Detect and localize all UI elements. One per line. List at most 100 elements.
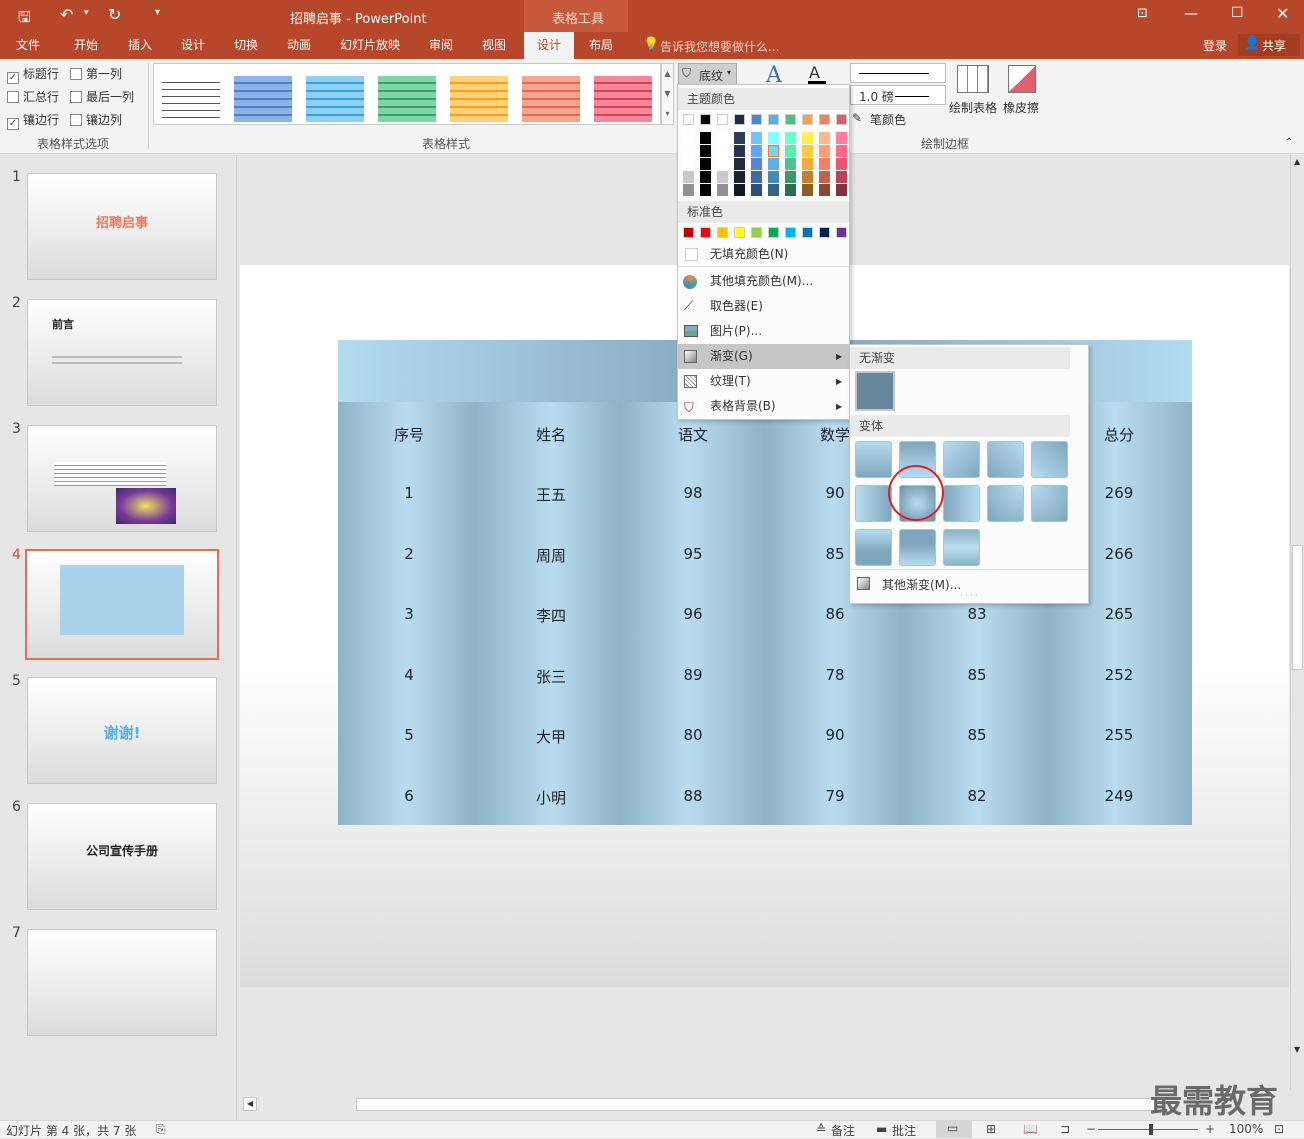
zoom-slider-thumb[interactable] <box>1149 1124 1153 1135</box>
table-cell[interactable]: 83 <box>906 605 1048 623</box>
theme-color-shade[interactable] <box>819 145 830 157</box>
table-cell[interactable]: 李四 <box>480 605 622 626</box>
standard-color-swatch[interactable] <box>836 227 847 238</box>
notes-button[interactable]: 备注 <box>831 1122 855 1139</box>
more-gradients-item[interactable]: 其他渐变(M)... <box>882 576 961 593</box>
comments-button[interactable]: 批注 <box>892 1122 916 1139</box>
banded-rows-checkbox[interactable]: ✓ 镶边行 <box>7 111 59 130</box>
theme-color-shade[interactable] <box>717 184 728 196</box>
slide-thumbnail-7[interactable] <box>27 929 217 1036</box>
tab-table-design[interactable]: 设计 <box>524 32 574 59</box>
resize-grip-icon[interactable]: · · · · <box>960 591 978 600</box>
theme-color-swatch[interactable] <box>700 114 711 125</box>
theme-color-shade[interactable] <box>683 145 694 157</box>
tab-animations[interactable]: 动画 <box>277 32 321 59</box>
theme-color-shade[interactable] <box>836 132 847 144</box>
standard-color-swatch[interactable] <box>683 227 694 238</box>
theme-color-swatch[interactable] <box>734 114 745 125</box>
gradient-variant[interactable] <box>899 529 936 566</box>
theme-color-shade[interactable] <box>802 145 813 157</box>
theme-color-shade[interactable] <box>751 171 762 183</box>
table-cell[interactable]: 265 <box>1048 605 1190 623</box>
horizontal-scrollbar[interactable]: ◀ <box>240 1096 1290 1114</box>
theme-color-shade[interactable] <box>700 145 711 157</box>
gradient-variant[interactable] <box>855 529 892 566</box>
theme-color-shade[interactable] <box>836 184 847 196</box>
table-cell[interactable]: 249 <box>1048 787 1190 805</box>
theme-color-shade[interactable] <box>717 132 728 144</box>
theme-color-shade[interactable] <box>802 158 813 170</box>
tab-view[interactable]: 视图 <box>472 32 516 59</box>
table-header-cell[interactable]: 序号 <box>338 424 480 445</box>
theme-color-shade[interactable] <box>734 171 745 183</box>
theme-color-swatch[interactable] <box>836 114 847 125</box>
gradient-item[interactable]: 渐变(G) ▶ <box>678 344 849 369</box>
theme-color-shade[interactable] <box>683 132 694 144</box>
text-fill-icon[interactable]: A <box>809 63 820 82</box>
theme-color-shade[interactable] <box>717 145 728 157</box>
theme-color-shade[interactable] <box>836 145 847 157</box>
tab-home[interactable]: 开始 <box>64 32 108 59</box>
table-cell[interactable]: 周周 <box>480 545 622 566</box>
table-cell[interactable]: 3 <box>338 605 480 623</box>
gradient-variant[interactable] <box>1031 485 1068 522</box>
theme-color-shade[interactable] <box>802 132 813 144</box>
vertical-scrollbar[interactable]: ▲ ▼ <box>1290 155 1304 1090</box>
table-cell[interactable]: 98 <box>622 484 764 502</box>
maximize-icon[interactable]: ☐ <box>1231 5 1244 21</box>
theme-color-shade[interactable] <box>683 158 694 170</box>
theme-color-shade[interactable] <box>785 145 796 157</box>
theme-color-shade[interactable] <box>700 132 711 144</box>
zoom-in-icon[interactable]: + <box>1205 1122 1215 1136</box>
table-background-item[interactable]: ⛉ 表格背景(B) ▶ <box>678 394 849 419</box>
sign-in-link[interactable]: 登录 <box>1203 37 1227 54</box>
total-row-checkbox[interactable]: 汇总行 <box>7 88 59 105</box>
shading-button[interactable]: ⛉ 底纹 ▾ <box>678 63 737 85</box>
pen-color-button[interactable]: 笔颜色 <box>870 111 906 128</box>
banded-columns-checkbox[interactable]: 镶边列 <box>70 111 122 128</box>
theme-color-shade[interactable] <box>751 132 762 144</box>
table-cell[interactable]: 255 <box>1048 726 1190 744</box>
table-cell[interactable]: 5 <box>338 726 480 744</box>
table-cell[interactable]: 79 <box>764 787 906 805</box>
theme-color-swatch[interactable] <box>768 114 779 125</box>
table-style-3[interactable] <box>306 76 364 122</box>
tell-me-input[interactable]: 告诉我您想要做什么... <box>660 38 779 55</box>
theme-color-swatch[interactable] <box>717 114 728 125</box>
zoom-slider[interactable] <box>1098 1129 1198 1130</box>
gradient-variant[interactable] <box>1031 441 1068 478</box>
slide-thumbnail-2[interactable]: 前言 <box>27 299 217 406</box>
table-cell[interactable]: 大甲 <box>480 726 622 747</box>
table-header-cell[interactable]: 姓名 <box>480 424 622 445</box>
gradient-variant[interactable] <box>987 485 1024 522</box>
minimize-icon[interactable]: — <box>1184 6 1198 22</box>
slide-sorter-icon[interactable]: ⊞ <box>986 1122 996 1136</box>
close-icon[interactable]: ✕ <box>1276 4 1289 23</box>
no-fill-item[interactable]: 无填充颜色(N) <box>678 242 849 267</box>
theme-color-shade[interactable] <box>819 132 830 144</box>
vertical-scroll-thumb[interactable] <box>1292 545 1303 670</box>
no-gradient-swatch[interactable] <box>855 371 895 411</box>
theme-color-shade[interactable] <box>700 171 711 183</box>
table-cell[interactable]: 85 <box>906 666 1048 684</box>
draw-table-button[interactable]: 绘制表格 <box>949 99 997 116</box>
ribbon-display-icon[interactable]: ⊡ <box>1137 6 1148 21</box>
theme-color-shade[interactable] <box>751 184 762 196</box>
theme-color-shade[interactable] <box>734 145 745 157</box>
theme-color-shade[interactable] <box>768 171 779 183</box>
gradient-variant[interactable] <box>855 441 892 478</box>
standard-color-swatch[interactable] <box>819 227 830 238</box>
table-cell[interactable]: 1 <box>338 484 480 502</box>
tab-table-layout[interactable]: 布局 <box>579 32 623 59</box>
theme-color-shade[interactable] <box>785 184 796 196</box>
table-cell[interactable]: 90 <box>764 726 906 744</box>
save-icon[interactable]: 🖫 <box>18 7 31 32</box>
theme-color-shade[interactable] <box>700 158 711 170</box>
picture-item[interactable]: 图片(P)... <box>678 319 849 344</box>
theme-color-shade[interactable] <box>836 158 847 170</box>
theme-color-shade[interactable] <box>734 184 745 196</box>
table-cell[interactable]: 张三 <box>480 666 622 687</box>
standard-color-swatch[interactable] <box>700 227 711 238</box>
table-style-7[interactable] <box>594 76 652 122</box>
gradient-variant[interactable] <box>855 485 892 522</box>
